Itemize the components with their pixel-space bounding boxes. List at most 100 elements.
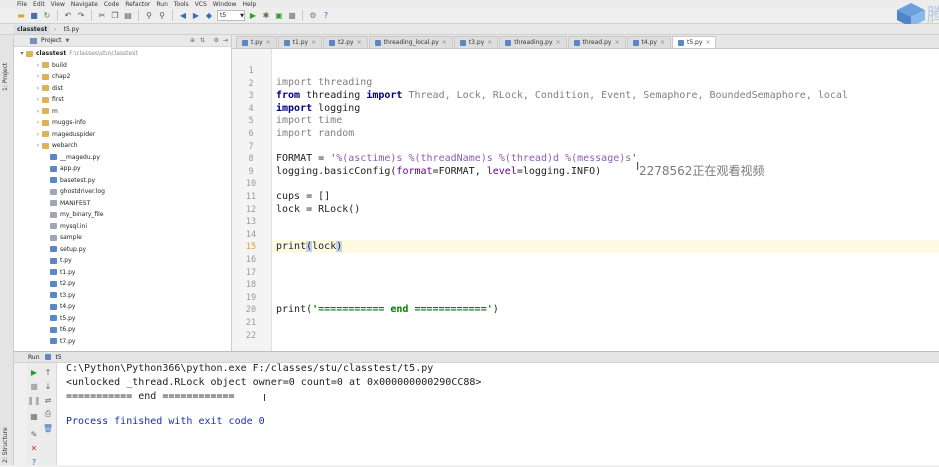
editor-tab-4[interactable]: t3.py ×: [453, 36, 499, 48]
expand-icon[interactable]: ›: [34, 108, 42, 115]
tree-file-0[interactable]: __magedu.py: [14, 152, 231, 164]
copy-icon[interactable]: ❐: [110, 11, 120, 21]
menu-run[interactable]: Run: [156, 1, 168, 8]
expand-icon[interactable]: ›: [34, 85, 42, 92]
close-icon[interactable]: ×: [556, 39, 561, 46]
restore-layout-icon[interactable]: ▦: [29, 411, 39, 421]
menu-view[interactable]: View: [51, 1, 65, 8]
trash-icon[interactable]: 🗑: [43, 423, 53, 433]
tree-folder-7[interactable]: › webarch: [14, 140, 231, 152]
rerun-icon[interactable]: ▶: [29, 367, 39, 377]
run-config-name[interactable]: t5: [56, 354, 62, 361]
run-config-select[interactable]: t5 ▼: [217, 10, 245, 21]
menu-window[interactable]: Window: [213, 1, 237, 8]
sync-icon[interactable]: ↻: [42, 11, 52, 21]
tree-file-14[interactable]: t5.py: [14, 313, 231, 325]
expand-icon[interactable]: ▾: [18, 50, 26, 57]
expand-icon[interactable]: ›: [34, 73, 42, 80]
expand-icon[interactable]: ›: [34, 96, 42, 103]
tree-file-10[interactable]: t1.py: [14, 267, 231, 279]
close-icon[interactable]: ×: [660, 39, 665, 46]
settings-icon[interactable]: ⚙: [214, 37, 219, 44]
tree-file-16[interactable]: t7.py: [14, 336, 231, 348]
project-view-select[interactable]: Project: [41, 37, 62, 44]
back-icon[interactable]: ◀: [178, 11, 188, 21]
menu-navigate[interactable]: Navigate: [71, 1, 98, 8]
save-icon[interactable]: ■: [29, 11, 39, 21]
stop-icon[interactable]: ■: [287, 11, 297, 21]
replace-icon[interactable]: ⚲: [157, 11, 167, 21]
tree-file-13[interactable]: t4.py: [14, 301, 231, 313]
structure-tool-tab[interactable]: 2: Structure: [2, 427, 9, 463]
tree-folder-4[interactable]: › m: [14, 106, 231, 118]
editor-tab-1[interactable]: t1.py ×: [277, 36, 323, 48]
editor-tab-5[interactable]: threading.py ×: [499, 36, 567, 48]
close-icon[interactable]: ×: [442, 39, 447, 46]
close-icon[interactable]: ×: [357, 39, 362, 46]
editor-tab-2[interactable]: t2.py ×: [323, 36, 368, 48]
open-folder-icon[interactable]: ▬: [16, 11, 26, 21]
redo-icon[interactable]: ↷: [76, 11, 86, 21]
settings-icon[interactable]: ⚙: [308, 11, 318, 21]
tree-folder-2[interactable]: › dist: [14, 83, 231, 95]
pause-icon[interactable]: ❚❚: [27, 395, 40, 405]
pin-icon[interactable]: ✎: [29, 429, 39, 439]
menu-tools[interactable]: Tools: [174, 1, 189, 8]
tree-file-6[interactable]: mysql.ini: [14, 221, 231, 233]
build-icon[interactable]: ◆: [204, 11, 214, 21]
menu-refactor[interactable]: Refactor: [125, 1, 150, 8]
debug-icon[interactable]: ✱: [261, 11, 271, 21]
close-icon[interactable]: ×: [705, 39, 710, 46]
tree-file-1[interactable]: app.py: [14, 163, 231, 175]
close-icon[interactable]: ✕: [29, 443, 39, 453]
tree-file-11[interactable]: t2.py: [14, 278, 231, 290]
tree-file-2[interactable]: basetest.py: [14, 175, 231, 187]
editor-tab-6[interactable]: thread.py ×: [567, 36, 626, 48]
close-icon[interactable]: ×: [266, 39, 271, 46]
editor-tab-7[interactable]: t4.py ×: [626, 36, 671, 48]
tree-folder-1[interactable]: › chap2: [14, 71, 231, 83]
editor-tab-3[interactable]: threading_local.py ×: [368, 36, 453, 48]
tree-file-7[interactable]: sample: [14, 232, 231, 244]
chevron-down-icon[interactable]: ▼: [66, 38, 70, 44]
collapse-icon[interactable]: ⇅: [200, 37, 205, 44]
expand-icon[interactable]: ›: [34, 119, 42, 126]
code-editor[interactable]: 1 2 3 4 5 6 7 8 9 10 11 12 13 14 15 16 17 18 19 20 21 22 impo…: [232, 49, 939, 351]
menu-file[interactable]: File: [17, 1, 27, 8]
run-console[interactable]: C:\Python\Python366\python.exe F:/classe…: [57, 363, 939, 465]
menu-edit[interactable]: Edit: [33, 1, 45, 8]
tree-file-4[interactable]: MANIFEST: [14, 198, 231, 210]
hide-icon[interactable]: ⇥: [223, 37, 228, 44]
stop-icon[interactable]: ■: [29, 381, 39, 391]
tree-file-5[interactable]: my_binary_file: [14, 209, 231, 221]
editor-tab-8[interactable]: t5.py ×: [671, 36, 717, 48]
print-icon[interactable]: ⎙: [43, 409, 53, 419]
tree-folder-5[interactable]: › muggs-info: [14, 117, 231, 129]
cut-icon[interactable]: ✂: [97, 11, 107, 21]
menu-help[interactable]: Help: [242, 1, 256, 8]
menu-code[interactable]: Code: [104, 1, 119, 8]
gear-icon[interactable]: ⊕: [190, 37, 195, 44]
breadcrumb-project[interactable]: classtest: [14, 24, 51, 34]
tree-folder-6[interactable]: › mageduspider: [14, 129, 231, 141]
scroll-down-icon[interactable]: ↓: [43, 381, 53, 391]
help-icon[interactable]: ?: [29, 457, 39, 467]
undo-icon[interactable]: ↶: [63, 11, 73, 21]
soft-wrap-icon[interactable]: ⇌: [43, 395, 53, 405]
close-icon[interactable]: ×: [487, 39, 492, 46]
tree-root[interactable]: ▾ classtest F:\classes\stu\classtest: [14, 48, 231, 60]
coverage-icon[interactable]: ▣: [274, 11, 284, 21]
close-icon[interactable]: ×: [311, 39, 316, 46]
tree-file-3[interactable]: ghostdriver.log: [14, 186, 231, 198]
run-panel-title[interactable]: Run: [28, 354, 40, 361]
paste-icon[interactable]: ▤: [123, 11, 133, 21]
tree-folder-3[interactable]: › first: [14, 94, 231, 106]
expand-icon[interactable]: ›: [34, 131, 42, 138]
tree-folder-0[interactable]: › build: [14, 60, 231, 72]
close-icon[interactable]: ×: [614, 39, 619, 46]
editor-tab-0[interactable]: t.py ×: [236, 36, 277, 48]
scroll-up-icon[interactable]: ↑: [43, 367, 53, 377]
run-icon[interactable]: ▶: [248, 11, 258, 21]
expand-icon[interactable]: ›: [34, 142, 42, 149]
tree-file-12[interactable]: t3.py: [14, 290, 231, 302]
